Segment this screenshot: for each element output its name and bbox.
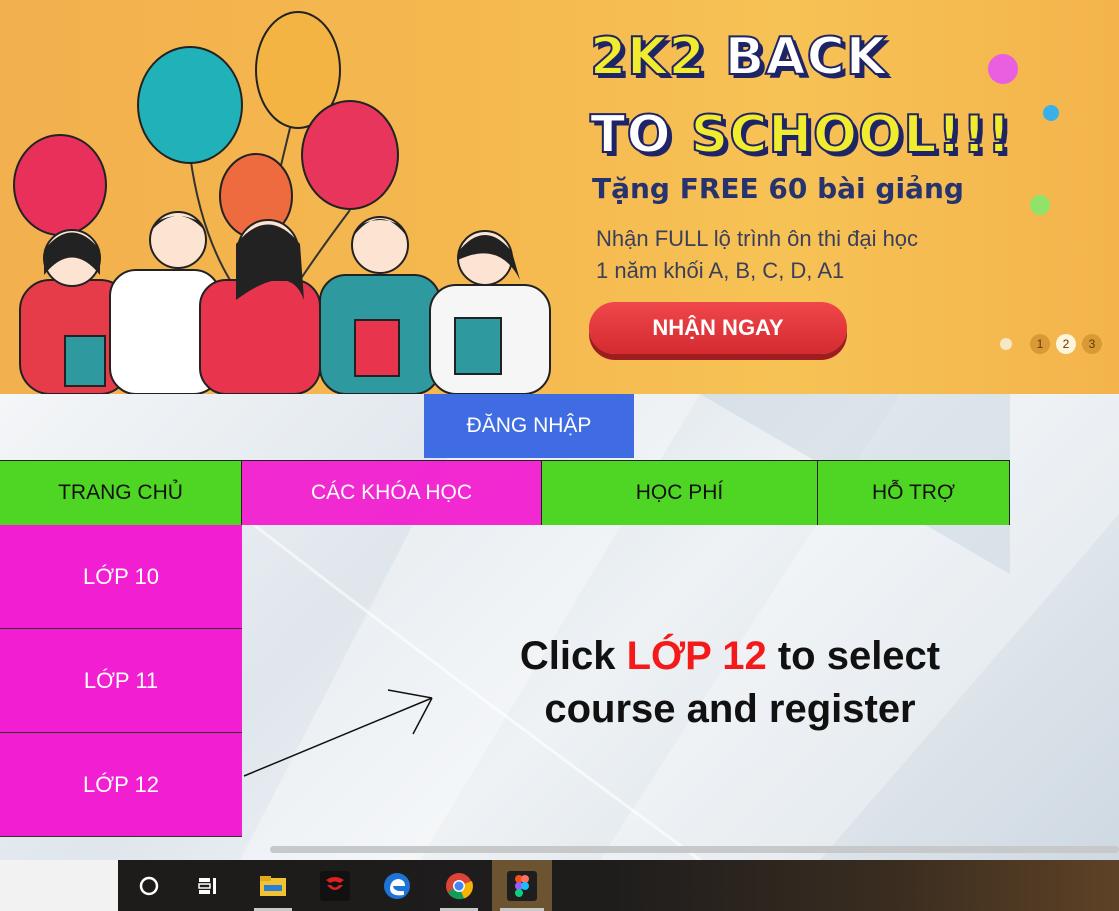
students-illustration bbox=[13, 11, 551, 394]
taskbar-search-box[interactable] bbox=[0, 860, 118, 911]
windows-taskbar bbox=[0, 860, 1119, 911]
banner-promo: Tặng FREE 60 bài giảng bbox=[592, 172, 964, 205]
figma-icon[interactable] bbox=[492, 860, 552, 911]
carousel-page-2[interactable]: 2 bbox=[1056, 334, 1076, 354]
chrome-icon[interactable] bbox=[432, 860, 486, 911]
cortana-circle-icon[interactable] bbox=[122, 860, 176, 911]
promo-banner[interactable]: 2K2 BACK TO SCHOOL!!! Tặng FREE 60 bài g… bbox=[0, 0, 1119, 394]
banner-subtext-2: 1 năm khối A, B, C, D, A1 bbox=[596, 258, 845, 283]
nav-trang-chu[interactable]: TRANG CHỦ bbox=[0, 460, 242, 525]
headline-back: BACK bbox=[724, 27, 888, 87]
instruction-line-2: course and register bbox=[544, 687, 916, 731]
carousel-indicator-dot bbox=[1000, 338, 1012, 350]
headline-school: SCHOOL!!! bbox=[690, 105, 1012, 165]
headline-2k2: 2K2 bbox=[589, 27, 706, 87]
carousel-page-3[interactable]: 3 bbox=[1082, 334, 1102, 354]
instruction-text: Click LỚP 12 to select course and regist… bbox=[470, 630, 990, 736]
confetti-dot bbox=[1043, 105, 1059, 121]
grade-sidebar: LỚP 10 LỚP 11 LỚP 12 bbox=[0, 525, 242, 837]
instruction-part-1: Click bbox=[519, 634, 627, 678]
task-view-icon[interactable] bbox=[182, 860, 236, 911]
edge-icon[interactable] bbox=[370, 860, 424, 911]
nhan-ngay-button[interactable]: NHẬN NGAY bbox=[589, 302, 847, 354]
carousel-page-1[interactable]: 1 bbox=[1030, 334, 1050, 354]
headline-to: TO bbox=[589, 105, 672, 165]
main-nav: TRANG CHỦ CÁC KHÓA HỌC HỌC PHÍ HỖ TRỢ bbox=[0, 460, 1010, 525]
banner-headline: 2K2 BACK TO SCHOOL!!! bbox=[589, 27, 1012, 165]
garena-icon[interactable] bbox=[308, 860, 362, 911]
confetti-dot bbox=[1030, 195, 1050, 215]
banner-subtext-1: Nhận FULL lộ trình ôn thi đại học bbox=[596, 226, 919, 251]
carousel-pagination: 1 2 3 bbox=[1000, 334, 1102, 354]
nav-cac-khoa-hoc[interactable]: CÁC KHÓA HỌC bbox=[242, 460, 542, 525]
instruction-part-2: to select bbox=[766, 634, 941, 678]
file-explorer-icon[interactable] bbox=[246, 860, 300, 911]
sidebar-item-lop-10[interactable]: LỚP 10 bbox=[0, 525, 242, 629]
nav-hoc-phi[interactable]: HỌC PHÍ bbox=[542, 460, 818, 525]
page: 2K2 BACK TO SCHOOL!!! Tặng FREE 60 bài g… bbox=[0, 0, 1119, 911]
instruction-highlight: LỚP 12 bbox=[626, 634, 767, 678]
nav-ho-tro[interactable]: HỖ TRỢ bbox=[818, 460, 1010, 525]
horizontal-scrollbar[interactable] bbox=[270, 846, 1119, 853]
login-button[interactable]: ĐĂNG NHẬP bbox=[424, 394, 634, 458]
sidebar-item-lop-11[interactable]: LỚP 11 bbox=[0, 629, 242, 733]
sidebar-item-lop-12[interactable]: LỚP 12 bbox=[0, 733, 242, 837]
